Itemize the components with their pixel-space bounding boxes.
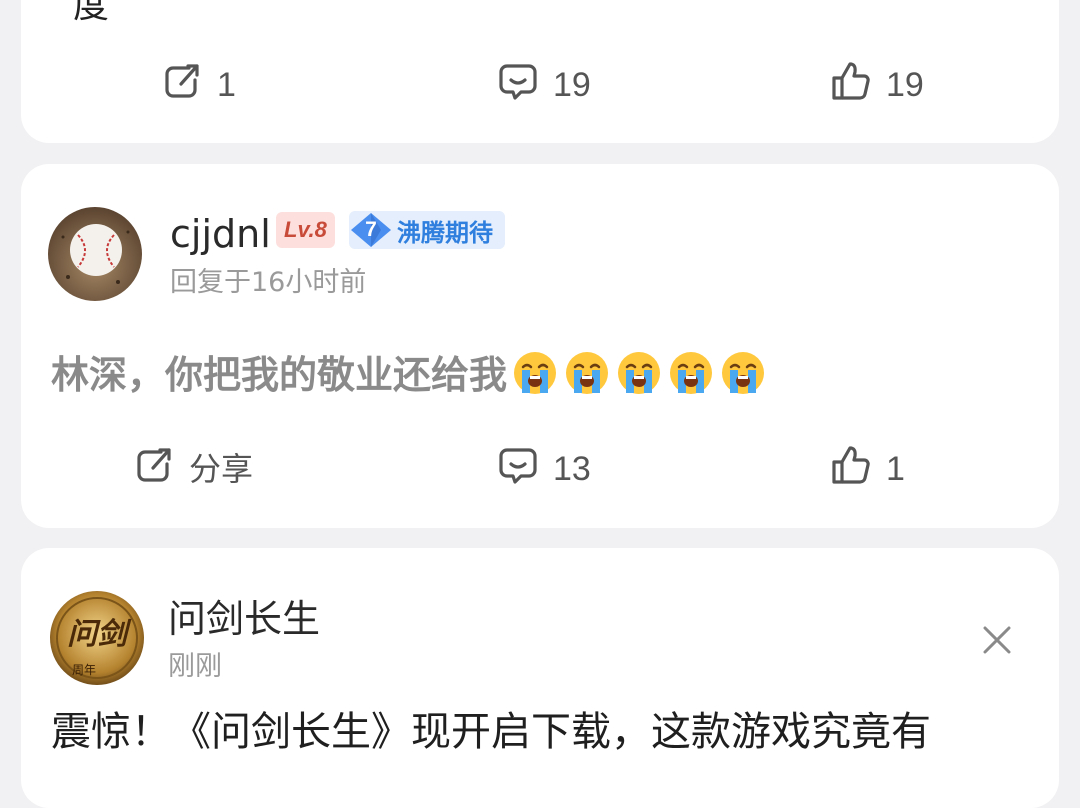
ad-card: 问剑 周年 问剑长生 刚刚 震惊！《问剑长生》现开启下载，这款游戏究竟有 [21,548,1059,808]
like-count: 19 [886,66,924,104]
comment-card: cjjdnl Lv.8 7 沸腾期待 回复于16小时前 林深，你把我的敬业还给我… [21,164,1059,528]
timestamp: 回复于16小时前 [170,267,367,298]
close-button[interactable] [979,622,1015,658]
comment-icon [497,60,539,111]
crying-face-icon [563,349,611,406]
tag-text: 沸腾期待 [397,218,493,247]
emoji-group [511,349,767,406]
comment-button[interactable]: 13 [497,439,591,499]
share-label: 分享 [189,450,254,488]
level-badge: Lv.8 [276,212,335,248]
thumbs-up-icon [830,444,872,495]
share-button[interactable]: 1 [161,55,236,115]
comment-button[interactable]: 19 [497,55,591,115]
diamond-icon: 7 [349,211,393,249]
like-button[interactable]: 1 [830,439,905,499]
post-text-partial: 度 [73,0,110,26]
comment-count: 19 [553,66,591,104]
comment-count: 13 [553,450,591,488]
comment-icon [497,444,539,495]
like-button[interactable]: 19 [830,55,924,115]
tag-level: 7 [365,218,377,241]
share-count: 1 [217,66,236,104]
ad-headline[interactable]: 震惊！《问剑长生》现开启下载，这款游戏究竟有 [51,712,931,752]
crying-face-icon [719,349,767,406]
timestamp: 刚刚 [168,651,222,682]
thumbs-up-icon [830,60,872,111]
avatar-sub-text: 周年 [72,663,97,677]
share-button[interactable]: 分享 [133,439,253,499]
fan-tag-badge: 7 沸腾期待 [349,211,505,249]
username[interactable]: cjjdnl [170,215,271,253]
like-count: 1 [886,450,905,488]
game-avatar[interactable]: 问剑 周年 [50,591,144,685]
share-icon [133,444,175,495]
avatar[interactable] [48,207,142,301]
comment-text: 林深，你把我的敬业还给我 [51,344,767,406]
avatar-logo-text: 问剑 [67,617,127,652]
crying-face-icon [667,349,715,406]
post-card-top: 度 1 19 19 [21,0,1059,143]
comment-body: 林深，你把我的敬业还给我 [51,353,508,397]
crying-face-icon [615,349,663,406]
action-bar: 分享 13 1 [21,439,1059,499]
game-name[interactable]: 问剑长生 [168,600,320,638]
close-icon [983,626,1011,654]
share-icon [161,60,203,111]
action-bar: 1 19 19 [21,55,1059,115]
crying-face-icon [511,349,559,406]
